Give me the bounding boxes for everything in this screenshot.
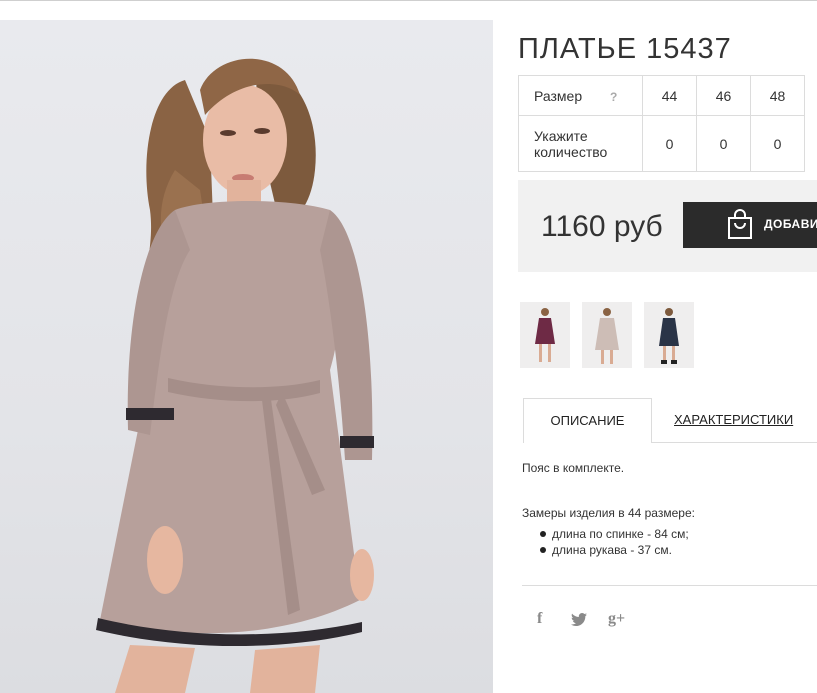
google-plus-icon[interactable]: g+ [608,610,625,628]
facebook-icon[interactable]: f [537,610,542,628]
measures-list: длина по спинке - 84 см; длина рукава - … [540,526,689,558]
measure-intro-text: Замеры изделия в 44 размере: [522,506,695,520]
size-label-cell: Размер ? [518,75,643,116]
quantity-input-46[interactable]: 0 [696,115,751,172]
thumbnail-dress-beige-icon [582,302,632,368]
size-option-48: 48 [750,75,805,116]
product-photo[interactable] [0,20,493,693]
product-title: ПЛАТЬЕ 15437 [518,33,732,66]
list-item: длина рукава - 37 см. [540,542,689,558]
size-label: Размер [534,87,583,104]
tab-description[interactable]: ОПИСАНИЕ [523,398,652,443]
add-to-cart-label: ДОБАВИТЬ [764,217,817,231]
divider [522,585,817,586]
twitter-icon[interactable] [571,613,587,626]
list-item: длина по спинке - 84 см; [540,526,689,542]
dress-model-image [96,58,374,693]
belt-note-text: Пояс в комплекте. [522,461,625,475]
thumbnail-dress-burgundy-icon [520,302,570,368]
description-measure-intro: Замеры изделия в 44 размере: [522,506,695,520]
top-border [0,0,817,1]
size-option-44: 44 [642,75,697,116]
quantity-input-48[interactable]: 0 [750,115,805,172]
tab-characteristics[interactable]: ХАРАКТЕРИСТИКИ [652,398,817,443]
price: 1160 руб [541,210,663,243]
shopping-bag-icon [728,209,752,239]
size-option-46: 46 [696,75,751,116]
price-box: 1160 руб ДОБАВИТЬ [518,180,817,272]
thumbnail-1[interactable] [520,302,570,368]
quantity-label: Укажите количество [518,115,643,172]
size-help-icon[interactable]: ? [610,90,617,104]
add-to-cart-button[interactable]: ДОБАВИТЬ [683,202,817,248]
thumbnail-3[interactable] [644,302,694,368]
size-table: Размер ? 44 46 48 Укажите количество 0 0… [518,75,805,172]
thumbnail-2[interactable] [582,302,632,368]
description-belt-note: Пояс в комплекте. [522,461,624,475]
thumbnail-dress-navy-icon [644,302,694,368]
quantity-input-44[interactable]: 0 [642,115,697,172]
